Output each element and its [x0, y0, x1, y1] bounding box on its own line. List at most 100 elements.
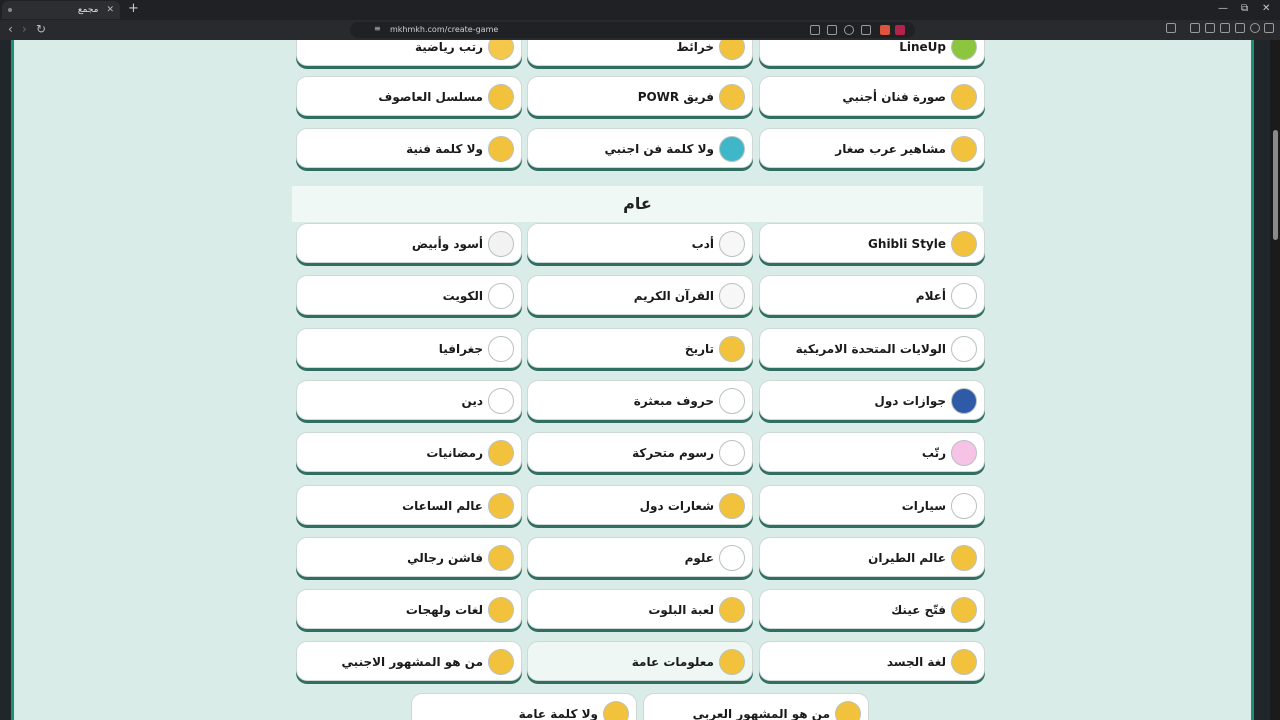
category-card[interactable]: لعبة البلوت [527, 589, 753, 630]
category-card[interactable]: القرآن الكريم [527, 275, 753, 316]
kuwait-icon [488, 283, 514, 310]
category-card[interactable]: أسود وأبيض [296, 223, 522, 263]
zoom-icon[interactable] [844, 25, 854, 35]
category-card[interactable]: رسوم متحركة [527, 432, 753, 473]
category-card[interactable]: شعارات دول [527, 484, 753, 525]
category-card[interactable]: أدب [527, 223, 753, 263]
mosque-icon [488, 387, 514, 414]
category-card[interactable]: أعلام [759, 275, 985, 316]
forward-arrow-icon[interactable]: › [22, 22, 27, 36]
menu-icon[interactable] [1264, 23, 1274, 33]
category-label: من هو المشهور العربي [692, 707, 830, 720]
cast-icon[interactable] [827, 25, 837, 35]
sidebar-icon[interactable] [1205, 23, 1215, 33]
category-card[interactable]: LineUp [759, 40, 985, 66]
url-text: mkhmkh.com/create-game [390, 25, 499, 34]
category-card[interactable]: تاريخ [527, 327, 753, 368]
category-card[interactable]: سيارات [759, 484, 985, 525]
share-icon[interactable] [861, 25, 871, 35]
category-card[interactable]: مشاهير عرب صغار [759, 128, 985, 168]
category-label: جغرافيا [438, 341, 483, 356]
category-card[interactable]: فريق POWR [527, 76, 753, 116]
page-viewport: عام رتب رياضية خرائط LineUp مسلسل العاصوف فر… [0, 40, 1280, 720]
category-label: سيارات [901, 498, 946, 513]
category-card[interactable]: عالم الساعات [296, 484, 522, 525]
brave-rewards-icon[interactable] [895, 25, 905, 35]
category-card[interactable]: الكويت [296, 275, 522, 316]
black-white-icon [488, 231, 514, 257]
minimize-button[interactable]: — [1218, 3, 1228, 14]
category-label: عالم الطيران [868, 550, 946, 565]
atom-icon [719, 544, 745, 571]
category-card[interactable]: ولا كلمة فنية [296, 128, 522, 168]
media-icon[interactable] [1190, 23, 1200, 33]
new-tab-button[interactable]: + [128, 1, 139, 16]
tab-search-icon[interactable] [1166, 23, 1176, 33]
scattered-letters-icon [719, 387, 745, 414]
category-card[interactable]: جوازات دول [759, 379, 985, 420]
scrollbar[interactable] [1270, 40, 1280, 720]
country-logos-icon [719, 492, 745, 519]
maximize-button[interactable]: ⧉ [1241, 3, 1248, 14]
category-card[interactable]: رمضانيات [296, 432, 522, 473]
browser-toolbar: ‹ › ↻ ▯ ≡ mkhmkh.com/create-game [0, 20, 1280, 40]
languages-icon [488, 597, 514, 624]
category-card[interactable]: عالم الطيران [759, 536, 985, 577]
site-info-icon[interactable]: ≡ [374, 24, 381, 33]
category-label: حروف مبعثرة [633, 393, 714, 408]
browser-tab[interactable]: مجمع ✕ [2, 1, 120, 19]
category-card[interactable]: رتب رياضية [296, 40, 522, 66]
category-card[interactable]: ولا كلمة عامة [411, 693, 637, 720]
usa-flag-icon [951, 335, 977, 362]
category-card[interactable]: فتّح عينك [759, 589, 985, 630]
category-card[interactable]: صورة فنان أجنبي [759, 76, 985, 116]
key-icon[interactable] [810, 25, 820, 35]
vpn-icon[interactable] [1250, 23, 1260, 33]
category-label: LineUp [899, 40, 946, 54]
young-arab-celebs-icon [951, 136, 977, 162]
category-card[interactable]: لغة الجسد [759, 641, 985, 682]
back-arrow-icon[interactable]: ‹ [8, 22, 13, 36]
category-label: تاريخ [684, 341, 714, 356]
brave-shield-icon[interactable] [880, 25, 890, 35]
category-card[interactable]: فاشن رجالي [296, 536, 522, 577]
reload-icon[interactable]: ↻ [36, 22, 46, 36]
tab-favicon-icon [8, 8, 12, 12]
passport-icon [951, 387, 977, 414]
category-card[interactable]: علوم [527, 536, 753, 577]
ramadan-icon [488, 440, 514, 467]
category-card[interactable]: ولا كلمة فن اجنبي [527, 128, 753, 168]
foreign-celebrity-icon [488, 649, 514, 676]
extensions-icon[interactable] [1235, 23, 1245, 33]
category-card[interactable]: من هو المشهور الاجنبي [296, 641, 522, 682]
category-card[interactable]: لغات ولهجات [296, 589, 522, 630]
category-label: لعبة البلوت [648, 603, 714, 618]
quran-book-icon [719, 283, 745, 310]
map-pin-icon [719, 40, 745, 60]
body-language-icon [951, 649, 977, 676]
category-card[interactable]: خرائط [527, 40, 753, 66]
watches-icon [488, 492, 514, 519]
category-label: صورة فنان أجنبي [842, 90, 946, 104]
arrange-icon [951, 440, 977, 467]
ghibli-style-icon [951, 231, 977, 257]
category-label: أعلام [915, 289, 946, 304]
address-bar[interactable]: ≡ mkhmkh.com/create-game [350, 22, 915, 38]
wallet-icon[interactable] [1220, 23, 1230, 33]
category-label: ولا كلمة عامة [518, 707, 598, 720]
category-card[interactable]: مسلسل العاصوف [296, 76, 522, 116]
category-label: مشاهير عرب صغار [835, 142, 946, 156]
category-card[interactable]: الولايات المتحدة الامريكية [759, 327, 985, 368]
category-card[interactable]: من هو المشهور العربي [643, 693, 869, 720]
category-card[interactable]: جغرافيا [296, 327, 522, 368]
category-card[interactable]: حروف مبعثرة [527, 379, 753, 420]
tab-close-icon[interactable]: ✕ [106, 5, 114, 15]
category-card[interactable]: رتّب [759, 432, 985, 473]
category-card[interactable]: دين [296, 379, 522, 420]
category-card[interactable]: معلومات عامة [527, 641, 753, 682]
scrollbar-thumb[interactable] [1273, 130, 1278, 240]
close-window-button[interactable]: ✕ [1262, 3, 1270, 14]
literature-pen-icon [719, 231, 745, 257]
category-card[interactable]: Ghibli Style [759, 223, 985, 263]
team-powr-icon [719, 84, 745, 110]
